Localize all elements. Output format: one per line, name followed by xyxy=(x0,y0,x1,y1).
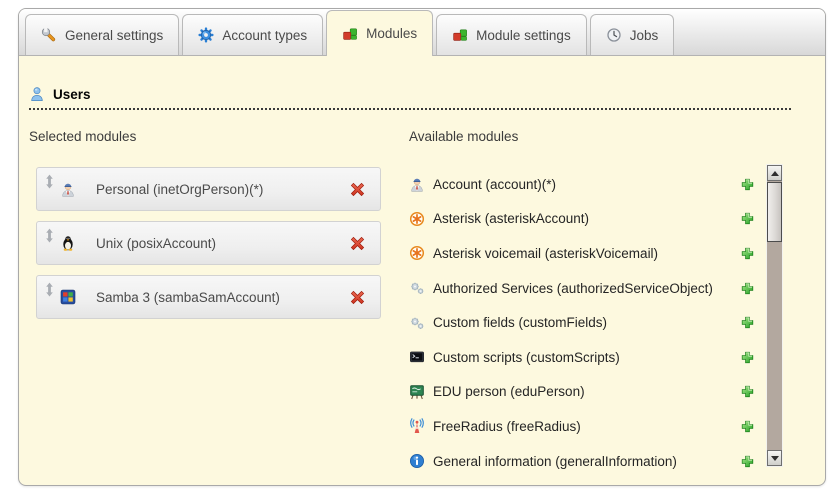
terminal-icon xyxy=(409,349,425,365)
asterisk-icon xyxy=(409,211,425,227)
available-module-row: Asterisk (asteriskAccount) xyxy=(409,202,755,237)
person-icon xyxy=(60,181,76,197)
info-icon xyxy=(409,453,425,469)
add-button[interactable] xyxy=(740,177,755,192)
module-label: Asterisk (asteriskAccount) xyxy=(433,211,740,226)
add-button[interactable] xyxy=(740,350,755,365)
delete-button[interactable] xyxy=(349,289,366,306)
scroll-down-button[interactable] xyxy=(767,450,782,466)
add-button[interactable] xyxy=(740,211,755,226)
module-label: Personal (inetOrgPerson)(*) xyxy=(96,182,349,197)
modules-icon xyxy=(342,26,358,42)
available-module-row: Custom fields (customFields) xyxy=(409,305,755,340)
asterisk-icon xyxy=(409,245,425,261)
move-handle-icon[interactable] xyxy=(45,282,54,297)
module-label: Account (account)(*) xyxy=(433,177,740,192)
scroll-up-icon xyxy=(771,171,779,176)
module-label: Authorized Services (authorizedServiceOb… xyxy=(433,281,740,296)
delete-button[interactable] xyxy=(349,181,366,198)
modules-icon xyxy=(452,27,468,43)
available-module-row: EDU person (eduPerson) xyxy=(409,375,755,410)
selected-module-row[interactable]: Personal (inetOrgPerson)(*) xyxy=(36,167,381,211)
section-heading: Users xyxy=(29,86,791,110)
tab-label: Jobs xyxy=(630,28,659,43)
available-modules-list: Account (account)(*) Asterisk (asteriskA… xyxy=(409,167,755,478)
add-button[interactable] xyxy=(740,384,755,399)
scrollbar-thumb[interactable] xyxy=(767,182,782,242)
selected-modules-label: Selected modules xyxy=(29,129,136,144)
tux-icon xyxy=(60,235,76,251)
add-button[interactable] xyxy=(740,454,755,469)
tab-label: Modules xyxy=(366,26,417,41)
available-module-row: General information (generalInformation) xyxy=(409,444,755,479)
scroll-up-button[interactable] xyxy=(767,165,782,181)
chalkboard-icon xyxy=(409,384,425,400)
tab-module-settings[interactable]: Module settings xyxy=(436,14,587,55)
tab-general-settings[interactable]: General settings xyxy=(25,14,179,55)
gears-icon xyxy=(409,315,425,331)
tab-label: Module settings xyxy=(476,28,571,43)
wrench-icon xyxy=(41,27,57,43)
module-label: Custom fields (customFields) xyxy=(433,315,740,330)
user-icon xyxy=(29,86,45,102)
move-handle-icon[interactable] xyxy=(45,174,54,189)
tab-content: Users Selected modules Available modules… xyxy=(19,56,825,485)
move-handle-icon[interactable] xyxy=(45,228,54,243)
add-button[interactable] xyxy=(740,246,755,261)
person-icon xyxy=(409,176,425,192)
gears-icon xyxy=(409,280,425,296)
available-module-row: Account (account)(*) xyxy=(409,167,755,202)
antenna-icon xyxy=(409,418,425,434)
module-label: Unix (posixAccount) xyxy=(96,236,349,251)
delete-button[interactable] xyxy=(349,235,366,252)
tab-label: General settings xyxy=(65,28,163,43)
module-label: FreeRadius (freeRadius) xyxy=(433,419,740,434)
add-button[interactable] xyxy=(740,419,755,434)
available-module-row: Custom scripts (customScripts) xyxy=(409,340,755,375)
available-modules-label: Available modules xyxy=(409,129,518,144)
windows-icon xyxy=(60,289,76,305)
section-title: Users xyxy=(53,87,91,102)
module-label: Samba 3 (sambaSamAccount) xyxy=(96,290,349,305)
module-label: Asterisk voicemail (asteriskVoicemail) xyxy=(433,246,740,261)
add-button[interactable] xyxy=(740,281,755,296)
available-module-row: Asterisk voicemail (asteriskVoicemail) xyxy=(409,236,755,271)
scroll-down-icon xyxy=(771,456,779,461)
tab-jobs[interactable]: Jobs xyxy=(590,14,675,55)
clock-icon xyxy=(606,27,622,43)
add-button[interactable] xyxy=(740,315,755,330)
module-label: EDU person (eduPerson) xyxy=(433,384,740,399)
selected-modules-list: Personal (inetOrgPerson)(*) Unix (posixA… xyxy=(36,167,381,319)
tab-bar: General settings Account types Modules M… xyxy=(19,9,825,56)
gear-icon xyxy=(198,27,214,43)
available-module-row: FreeRadius (freeRadius) xyxy=(409,409,755,444)
page: General settings Account types Modules M… xyxy=(0,0,830,490)
available-module-row: Authorized Services (authorizedServiceOb… xyxy=(409,271,755,306)
module-label: General information (generalInformation) xyxy=(433,454,740,469)
selected-module-row[interactable]: Unix (posixAccount) xyxy=(36,221,381,265)
tab-account-types[interactable]: Account types xyxy=(182,14,323,55)
module-label: Custom scripts (customScripts) xyxy=(433,350,740,365)
tab-modules[interactable]: Modules xyxy=(326,10,433,56)
scrollbar[interactable] xyxy=(766,164,783,467)
configuration-widget: General settings Account types Modules M… xyxy=(18,8,826,486)
scrollbar-track[interactable] xyxy=(767,181,782,450)
selected-module-row[interactable]: Samba 3 (sambaSamAccount) xyxy=(36,275,381,319)
tab-label: Account types xyxy=(222,28,307,43)
